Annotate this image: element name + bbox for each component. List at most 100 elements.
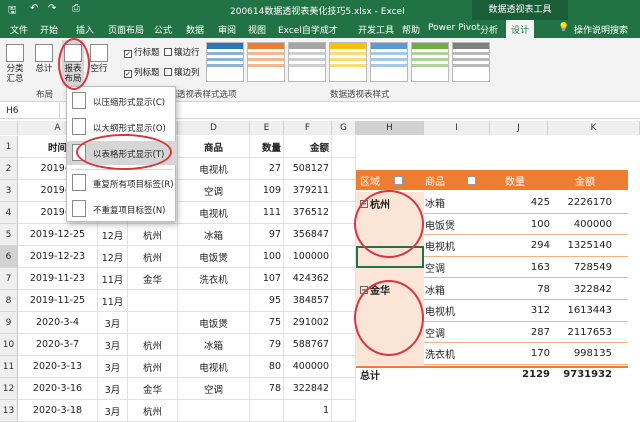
save-icon[interactable]: 🖫 xyxy=(8,3,17,20)
tab-file[interactable]: 文件 xyxy=(10,23,28,36)
empty-cell[interactable] xyxy=(332,356,356,378)
empty-cell[interactable] xyxy=(332,246,356,268)
pivot-quantity-cell[interactable]: 170 xyxy=(490,343,550,365)
help-search-icon[interactable]: 💡 xyxy=(558,23,569,33)
print-preview-icon[interactable]: ⎙ xyxy=(72,3,80,14)
row-header[interactable]: 1 xyxy=(0,136,18,158)
undo-icon[interactable]: ↶ xyxy=(30,3,38,14)
row-header[interactable]: 6 xyxy=(0,246,18,268)
menu-item-repeat-labels[interactable]: 重复所有项目标签(R) xyxy=(67,171,177,195)
source-cell[interactable] xyxy=(128,290,178,312)
source-cell[interactable]: 12月 xyxy=(98,246,128,268)
source-cell[interactable]: 2019-11-23 xyxy=(18,268,98,290)
pivot-amount-cell[interactable]: 998135 xyxy=(552,343,612,365)
source-cell[interactable]: 95 xyxy=(250,290,284,312)
redo-icon[interactable]: ↷ xyxy=(48,3,56,14)
source-cell[interactable]: 金华 xyxy=(128,378,178,400)
empty-cell[interactable] xyxy=(332,268,356,290)
pivot-product-cell[interactable]: 空调 xyxy=(425,322,485,344)
source-cell[interactable] xyxy=(128,312,178,334)
source-cell[interactable]: 588767 xyxy=(284,334,332,356)
pivot-total-label[interactable]: 总计 xyxy=(360,367,400,383)
source-cell[interactable]: 杭州 xyxy=(128,334,178,356)
style-swatch[interactable] xyxy=(247,42,285,82)
source-cell[interactable]: 400000 xyxy=(284,356,332,378)
row-header[interactable]: 7 xyxy=(0,268,18,290)
pivot-amount-cell[interactable]: 728549 xyxy=(552,257,612,279)
empty-cell[interactable] xyxy=(332,180,356,202)
source-cell[interactable]: 空调 xyxy=(178,378,250,400)
source-cell[interactable]: 杭州 xyxy=(128,224,178,246)
row-header[interactable]: 12 xyxy=(0,378,18,400)
banded-rows-checkbox[interactable]: 镶边行 xyxy=(164,46,200,58)
pivot-product-cell[interactable]: 空调 xyxy=(425,257,485,279)
empty-cell[interactable] xyxy=(332,400,356,422)
tab-help[interactable]: 帮助 xyxy=(402,23,420,36)
pivot-product-cell[interactable]: 冰箱 xyxy=(425,278,485,300)
row-header[interactable]: 5 xyxy=(0,224,18,246)
column-header[interactable]: F xyxy=(284,121,332,135)
tab-data[interactable]: 数据 xyxy=(186,23,204,36)
source-cell[interactable] xyxy=(250,400,284,422)
empty-cell[interactable] xyxy=(332,158,356,180)
pivot-product-cell[interactable]: 冰箱 xyxy=(425,192,485,214)
source-cell[interactable]: 291002 xyxy=(284,312,332,334)
source-cell[interactable]: 电视机 xyxy=(178,202,250,224)
pivot-total-quantity[interactable]: 2129 xyxy=(490,367,550,383)
source-header-cell[interactable]: 数量 xyxy=(250,136,284,158)
style-swatch[interactable] xyxy=(288,42,326,82)
row-header[interactable]: 13 xyxy=(0,400,18,422)
source-cell[interactable]: 电饭煲 xyxy=(178,246,250,268)
source-cell[interactable]: 322842 xyxy=(284,378,332,400)
column-header[interactable]: D xyxy=(178,121,250,135)
column-header[interactable]: H xyxy=(356,121,424,135)
source-cell[interactable]: 356847 xyxy=(284,224,332,246)
source-header-cell[interactable]: 金额 xyxy=(284,136,332,158)
source-cell[interactable]: 79 xyxy=(250,334,284,356)
column-header[interactable]: J xyxy=(490,121,548,135)
source-cell[interactable]: 107 xyxy=(250,268,284,290)
empty-cell[interactable] xyxy=(332,224,356,246)
source-cell[interactable]: 109 xyxy=(250,180,284,202)
source-cell[interactable]: 11月 xyxy=(98,290,128,312)
tab-review[interactable]: 审阅 xyxy=(218,23,236,36)
source-cell[interactable]: 97 xyxy=(250,224,284,246)
pivot-total-amount[interactable]: 9731932 xyxy=(552,367,612,383)
source-cell[interactable]: 80 xyxy=(250,356,284,378)
source-cell[interactable]: 1 xyxy=(284,400,332,422)
empty-cell[interactable] xyxy=(332,136,356,158)
pivot-header-product[interactable]: 商品 xyxy=(425,170,476,190)
source-cell[interactable]: 空调 xyxy=(178,180,250,202)
grand-total-button[interactable]: 总计 xyxy=(32,44,56,74)
source-cell[interactable]: 2019-11-25 xyxy=(18,290,98,312)
column-header[interactable]: E xyxy=(250,121,284,135)
source-cell[interactable] xyxy=(178,400,250,422)
source-cell[interactable] xyxy=(178,290,250,312)
name-box[interactable]: H6 xyxy=(0,103,60,119)
source-cell[interactable]: 3月 xyxy=(98,334,128,356)
empty-cell[interactable] xyxy=(332,290,356,312)
row-header[interactable]: 2 xyxy=(0,158,18,180)
select-all-corner[interactable] xyxy=(0,121,18,135)
source-cell[interactable]: 11月 xyxy=(98,268,128,290)
source-cell[interactable]: 100000 xyxy=(284,246,332,268)
source-cell[interactable]: 电饭煲 xyxy=(178,312,250,334)
pivot-quantity-cell[interactable]: 294 xyxy=(490,235,550,257)
row-headers-checkbox[interactable]: ✓ 行标题 xyxy=(124,46,160,58)
source-cell[interactable]: 2020-3-18 xyxy=(18,400,98,422)
row-header[interactable]: 9 xyxy=(0,312,18,334)
tab-excel-self-study[interactable]: Excel自学成才 xyxy=(278,23,338,36)
source-cell[interactable]: 电视机 xyxy=(178,158,250,180)
source-cell[interactable]: 376512 xyxy=(284,202,332,224)
pivot-quantity-cell[interactable]: 287 xyxy=(490,322,550,344)
source-cell[interactable]: 2020-3-13 xyxy=(18,356,98,378)
style-swatch[interactable] xyxy=(206,42,244,82)
source-cell[interactable]: 2020-3-16 xyxy=(18,378,98,400)
source-cell[interactable]: 111 xyxy=(250,202,284,224)
source-cell[interactable]: 杭州 xyxy=(128,400,178,422)
tab-developer[interactable]: 开发工具 xyxy=(358,23,394,36)
source-cell[interactable]: 杭州 xyxy=(128,246,178,268)
source-cell[interactable]: 2019-12-23 xyxy=(18,246,98,268)
empty-cell[interactable] xyxy=(332,312,356,334)
source-cell[interactable]: 100 xyxy=(250,246,284,268)
